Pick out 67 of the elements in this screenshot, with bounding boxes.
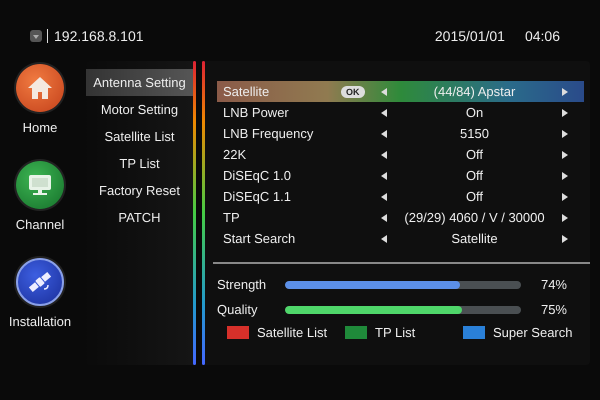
setting-label: TP (223, 210, 241, 225)
signal-label: Strength (217, 277, 268, 292)
submenu-item[interactable]: TP List (86, 150, 193, 177)
left-arrow-icon (381, 108, 387, 116)
setting-value: Off (466, 168, 484, 183)
network-icon (30, 30, 42, 42)
submenu-item[interactable]: Antenna Setting (86, 69, 193, 96)
signal-label: Quality (217, 302, 258, 317)
setting-label: DiSEqC 1.1 (223, 189, 292, 204)
setting-row[interactable]: TP (29/29) 4060 / V / 30000 (217, 207, 584, 228)
left-arrow-icon (381, 130, 387, 138)
ip-address: 192.168.8.101 (54, 28, 144, 44)
right-arrow-icon (562, 130, 568, 138)
submenu-item[interactable]: PATCH (86, 204, 193, 231)
setting-row[interactable]: Start Search Satellite (217, 228, 584, 249)
setting-value: (44/84) Apstar (434, 84, 516, 99)
setting-label: LNB Power (223, 105, 290, 120)
setting-row[interactable]: DiSEqC 1.1 Off (217, 186, 584, 207)
left-arrow-icon (381, 150, 387, 158)
setting-value: Off (466, 147, 484, 162)
signal-reading: 75% (540, 302, 567, 317)
ok-badge: OK (341, 86, 364, 98)
setting-row[interactable]: 22K Off (217, 144, 584, 165)
setting-row[interactable]: DiSEqC 1.0 Off (217, 165, 584, 186)
signal-reading: 74% (540, 277, 567, 292)
monitor-icon (27, 173, 53, 197)
left-arrow-icon (381, 88, 387, 96)
submenu-item[interactable]: Factory Reset (86, 177, 193, 204)
satellite-icon (27, 269, 53, 295)
right-arrow-icon (562, 172, 568, 180)
installation-menu-button[interactable] (16, 258, 64, 306)
time: 04:06 (524, 28, 560, 44)
color-key-label: Super Search (493, 325, 572, 340)
menu-label: Installation (8, 314, 72, 329)
setting-label: 22K (223, 147, 248, 162)
setting-label: LNB Frequency (223, 126, 314, 141)
setting-value: (29/29) 4060 / V / 30000 (404, 210, 545, 225)
setting-row[interactable]: Satellite OK (44/84) Apstar (217, 81, 584, 102)
left-arrow-icon (381, 214, 387, 222)
setting-value: On (466, 105, 484, 120)
right-arrow-icon (562, 214, 568, 222)
right-arrow-icon (562, 192, 568, 200)
color-key-label: Satellite List (257, 325, 328, 340)
submenu-item[interactable]: Motor Setting (86, 96, 193, 123)
right-arrow-icon (562, 150, 568, 158)
submenu-item[interactable]: Satellite List (86, 123, 193, 150)
setting-row[interactable]: LNB Power On (217, 102, 584, 123)
setting-label: Start Search (223, 231, 296, 246)
menu-label: Channel (16, 217, 64, 232)
right-arrow-icon (562, 234, 568, 242)
left-arrow-icon (381, 192, 387, 200)
color-key-label: TP List (375, 325, 416, 340)
house-icon (27, 76, 53, 100)
menu-label: Home (22, 120, 58, 135)
setting-label: Satellite (223, 84, 270, 99)
left-arrow-icon (381, 172, 387, 180)
left-arrow-icon (381, 234, 387, 242)
right-arrow-icon (562, 88, 568, 96)
right-arrow-icon (562, 108, 568, 116)
setting-label: DiSEqC 1.0 (223, 168, 292, 183)
home-menu-button[interactable] (16, 64, 64, 112)
date: 2015/01/01 (434, 28, 505, 44)
setting-value: 5150 (460, 126, 489, 141)
setting-value: Off (466, 189, 484, 204)
setting-row[interactable]: LNB Frequency 5150 (217, 123, 584, 144)
setting-value: Satellite (451, 231, 498, 246)
channel-menu-button[interactable] (16, 161, 64, 209)
